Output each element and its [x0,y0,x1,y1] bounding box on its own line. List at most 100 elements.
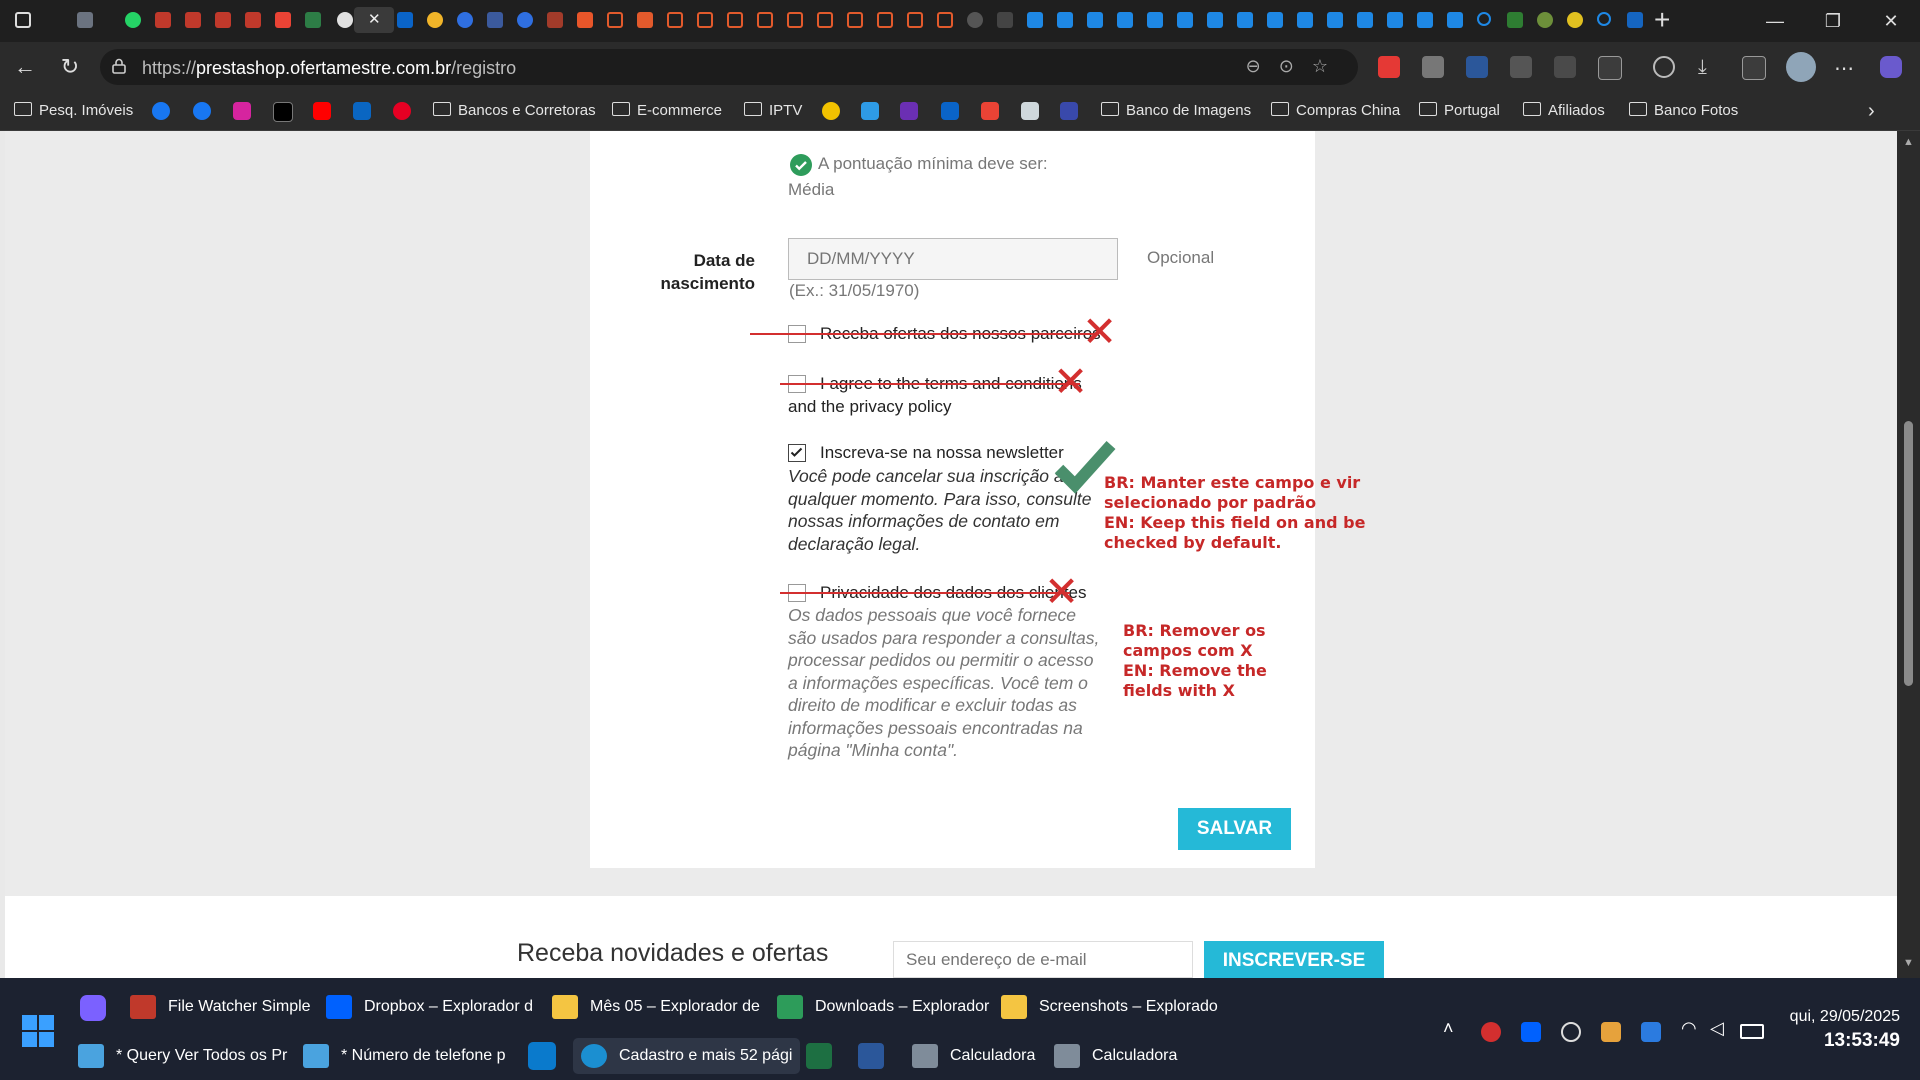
bookmark-compras-china[interactable]: Compras China [1271,100,1400,122]
taskbar-dropbox[interactable]: Dropbox – Explorador d [326,992,533,1022]
tab-app-4[interactable] [484,7,506,33]
excel-icon[interactable] [806,1043,832,1069]
minimize-icon[interactable]: — [1752,8,1798,34]
tab-gmail[interactable] [272,7,294,33]
tab-p-12[interactable] [1354,7,1376,33]
birthdate-input[interactable] [788,238,1118,280]
taskbar-screenshots[interactable]: Screenshots – Explorado [1001,992,1218,1022]
scroll-down-icon[interactable]: ▼ [1903,957,1914,969]
taskbar-downloads[interactable]: Downloads – Explorador [777,992,989,1022]
taskbar-calculator-2[interactable]: Calculadora [1054,1041,1177,1071]
tab-shop-2[interactable] [574,7,596,33]
facebook-icon[interactable] [193,102,211,120]
extension-person-icon[interactable] [1510,56,1532,78]
bookmark-app-4-icon[interactable] [1021,102,1039,120]
tab-p-4[interactable] [1114,7,1136,33]
tab-store-3[interactable] [664,7,686,33]
bookmark-banco-fotos[interactable]: Banco Fotos [1629,100,1738,122]
pinterest-icon[interactable] [393,102,411,120]
tab-store-9[interactable] [844,7,866,33]
tab-store-8[interactable] [814,7,836,33]
tab-p-15[interactable] [1444,7,1466,33]
newsletter-checkbox[interactable] [788,444,806,462]
word-icon[interactable] [858,1043,884,1069]
back-icon[interactable]: ← [10,52,40,82]
tab-app-10[interactable] [1564,7,1586,33]
gmail-icon[interactable] [981,102,999,120]
tray-app-orange-icon[interactable] [1601,1022,1621,1042]
bookmark-bancos-corretoras[interactable]: Bancos e Corretoras [433,100,596,122]
lock-icon[interactable] [112,58,126,74]
taskbar-file-watcher[interactable]: File Watcher Simple [130,992,311,1022]
bookmarks-overflow-icon[interactable]: › [1868,100,1875,122]
copilot-icon[interactable] [1880,56,1902,78]
outlook-icon[interactable] [941,102,959,120]
tray-sync-icon[interactable] [1561,1022,1581,1042]
tab-app-5[interactable] [514,7,536,33]
tab-p-9[interactable] [1264,7,1286,33]
tab-p-13[interactable] [1384,7,1406,33]
tab-paypal[interactable] [1624,7,1646,33]
profile-avatar[interactable] [1786,52,1816,82]
tab-p-3[interactable] [1084,7,1106,33]
bookmark-app-5-icon[interactable] [1060,102,1078,120]
tab-site[interactable] [334,7,356,33]
taskbar-phone-notepad[interactable]: * Número de telefone p [303,1041,506,1071]
youtube-icon[interactable] [313,102,331,120]
bookmark-iptv[interactable]: IPTV [744,100,802,122]
close-window-icon[interactable]: ✕ [1868,8,1914,34]
tray-security-icon[interactable] [1641,1022,1661,1042]
tab-app-7[interactable] [994,7,1016,33]
subscribe-button[interactable]: INSCREVER-SE [1204,941,1384,978]
extensions-puzzle-icon[interactable] [1598,56,1622,80]
bookmark-pesq-imoveis[interactable]: Pesq. Imóveis [14,100,133,122]
save-button[interactable]: SALVAR [1178,808,1291,850]
taskbar-calculator-1[interactable]: Calculadora [912,1041,1035,1071]
bookmark-afiliados[interactable]: Afiliados [1523,100,1605,122]
tab-p-7[interactable] [1204,7,1226,33]
tab-p-14[interactable] [1414,7,1436,33]
new-tab-button[interactable]: + [1654,4,1670,36]
restore-icon[interactable]: ❐ [1810,8,1856,34]
bookmark-app-2-icon[interactable] [861,102,879,120]
copilot-taskbar-icon[interactable] [80,995,106,1021]
bookmark-app-3-icon[interactable] [900,102,918,120]
scroll-up-icon[interactable]: ▲ [1903,136,1914,148]
tab-p-1[interactable] [1024,7,1046,33]
tab-app-9[interactable] [1534,7,1556,33]
tab-p-11[interactable] [1324,7,1346,33]
tab-actions-icon[interactable] [12,7,34,33]
tab-whatsapp[interactable] [122,7,144,33]
url-field[interactable]: https://prestashop.ofertamestre.com.br/r… [100,49,1358,85]
tab-pdf-1[interactable] [152,7,174,33]
volume-icon[interactable]: ◁ [1710,1018,1724,1039]
tray-app-red-icon[interactable] [1481,1022,1501,1042]
history-icon[interactable] [1653,56,1675,78]
wifi-icon[interactable]: ◠ [1681,1018,1697,1039]
tab-p-8[interactable] [1234,7,1256,33]
scrollbar-thumb[interactable] [1904,421,1913,686]
tab-store-6[interactable] [754,7,776,33]
tab-store-12[interactable] [934,7,956,33]
tab-app-8[interactable] [1504,7,1526,33]
page-scrollbar[interactable]: ▲ ▼ [1897,131,1920,978]
tab-store-1[interactable] [604,7,626,33]
extension-word-icon[interactable] [1466,56,1488,78]
tray-dropbox-icon[interactable] [1521,1022,1541,1042]
screenshot-icon[interactable] [1742,56,1766,80]
tab-shop-1[interactable] [544,7,566,33]
tab-store-5[interactable] [724,7,746,33]
extension-download-icon[interactable] [1378,56,1400,78]
bookmark-banco-imagens[interactable]: Banco de Imagens [1101,100,1251,122]
tab-search-2[interactable] [1594,7,1616,33]
tab-edge[interactable] [74,7,96,33]
windows-start-icon[interactable] [22,1015,54,1047]
linkedin-icon[interactable] [353,102,371,120]
tab-store-11[interactable] [904,7,926,33]
footer-email-input[interactable] [893,941,1193,978]
refresh-icon[interactable]: ↻ [55,52,85,82]
zoom-out-icon[interactable]: ⊖ [1246,56,1279,76]
tab-search[interactable] [1474,7,1496,33]
tab-app[interactable] [302,7,324,33]
x-icon[interactable] [273,102,293,122]
